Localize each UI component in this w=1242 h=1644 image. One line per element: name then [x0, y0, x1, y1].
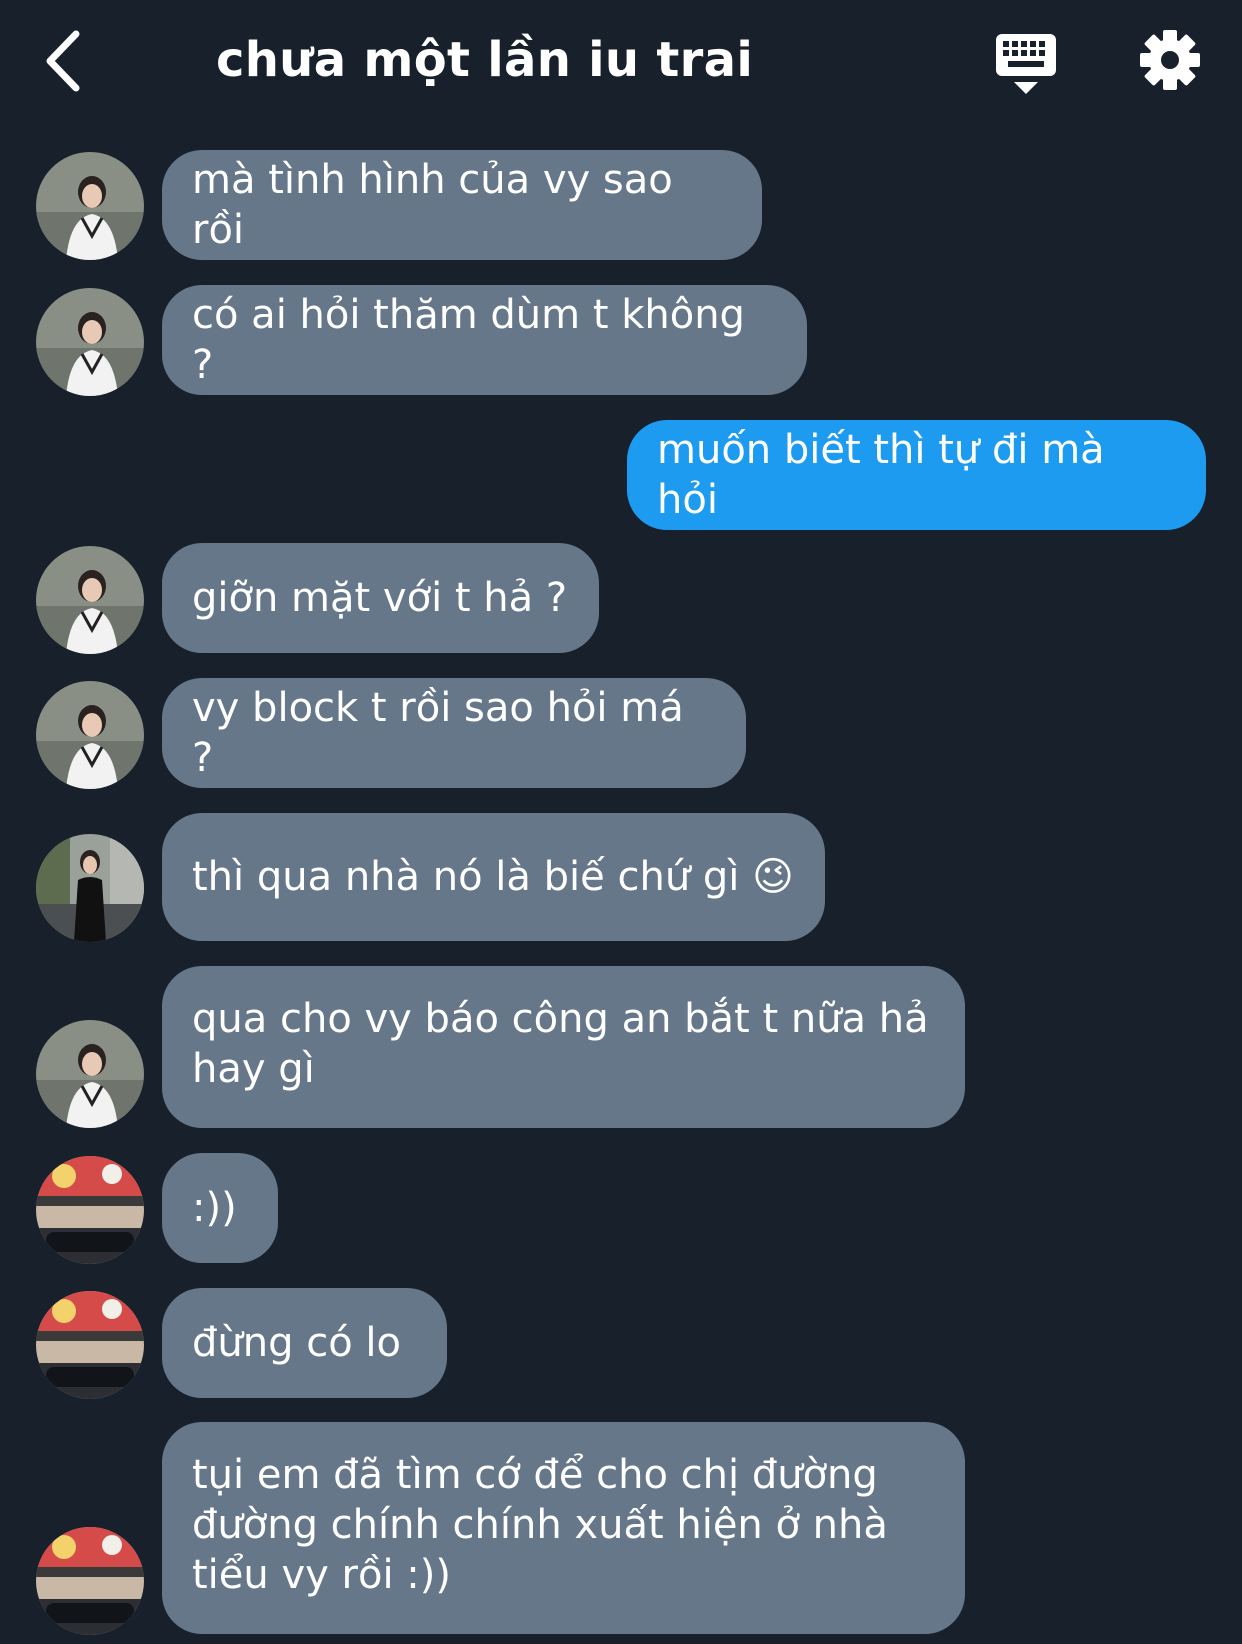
message-bubble[interactable]: vy block t rồi sao hỏi má ? — [162, 678, 746, 788]
message-bubble[interactable]: thì qua nhà nó là biế chứ gì 😉 — [162, 813, 825, 941]
settings-button[interactable] — [1138, 28, 1202, 92]
message-bubble-sent[interactable]: muốn biết thì tự đi mà hỏi — [627, 420, 1206, 530]
message-bubble[interactable]: qua cho vy báo công an bắt t nữa hả hay … — [162, 966, 965, 1128]
avatar[interactable] — [36, 834, 144, 942]
avatar-c-icon — [36, 1156, 144, 1264]
message-bubble[interactable]: đừng có lo — [162, 1288, 447, 1398]
avatar[interactable] — [36, 1156, 144, 1264]
avatar-c-icon — [36, 1291, 144, 1399]
keyboard-icon — [996, 34, 1056, 94]
avatar-a-icon — [36, 1020, 144, 1128]
keyboard-button[interactable] — [994, 32, 1058, 96]
avatar[interactable] — [36, 152, 144, 260]
avatar-b-icon — [36, 834, 144, 942]
message-text: vy block t rồi sao hỏi má ? — [192, 685, 697, 781]
message-bubble[interactable]: mà tình hình của vy sao rồi — [162, 150, 762, 260]
message-text: mà tình hình của vy sao rồi — [192, 157, 686, 253]
message-text: tụi em đã tìm cớ để cho chị đường đường … — [192, 1452, 888, 1598]
message-text: qua cho vy báo công an bắt t nữa hả hay … — [192, 996, 929, 1092]
chat-header: chưa một lần iu trai — [0, 0, 1242, 130]
avatar-a-icon — [36, 288, 144, 396]
avatar[interactable] — [36, 1527, 144, 1635]
message-text: thì qua nhà nó là biế chứ gì 😉 — [192, 854, 794, 900]
avatar[interactable] — [36, 288, 144, 396]
avatar[interactable] — [36, 1020, 144, 1128]
message-text: đừng có lo — [192, 1320, 401, 1366]
message-text: muốn biết thì tự đi mà hỏi — [657, 427, 1118, 523]
conversation-title: chưa một lần iu trai — [216, 32, 754, 88]
avatar[interactable] — [36, 1291, 144, 1399]
avatar-a-icon — [36, 152, 144, 260]
message-bubble[interactable]: giỡn mặt với t hả ? — [162, 543, 599, 653]
back-button[interactable] — [40, 26, 100, 96]
message-bubble[interactable]: có ai hỏi thăm dùm t không ? — [162, 285, 807, 395]
message-bubble[interactable]: tụi em đã tìm cớ để cho chị đường đường … — [162, 1422, 965, 1634]
avatar-a-icon — [36, 546, 144, 654]
message-text: có ai hỏi thăm dùm t không ? — [192, 292, 758, 388]
avatar[interactable] — [36, 681, 144, 789]
message-text: giỡn mặt với t hả ? — [192, 575, 568, 621]
message-text: :)) — [192, 1185, 237, 1231]
message-bubble[interactable]: :)) — [162, 1153, 278, 1263]
avatar-a-icon — [36, 681, 144, 789]
avatar[interactable] — [36, 546, 144, 654]
chevron-left-icon — [46, 30, 80, 92]
avatar-c-icon — [36, 1527, 144, 1635]
gear-icon — [1140, 30, 1200, 90]
